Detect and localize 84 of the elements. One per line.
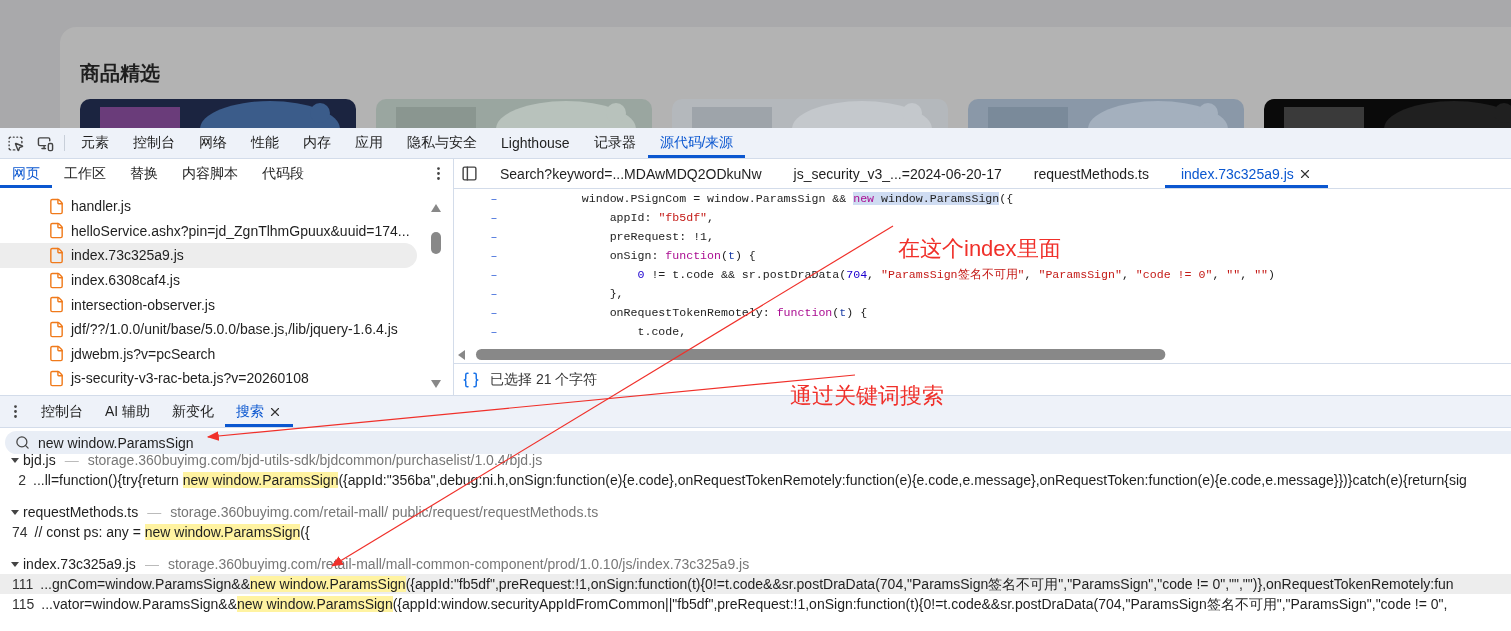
section-title: 商品精选 — [80, 61, 161, 86]
editor-tab[interactable]: Search?keyword=...MDAwMDQ2ODkuNw — [484, 159, 778, 188]
file-name: js-security-v3-rac-beta.js?v=20260108 — [71, 370, 309, 387]
drawer-tab[interactable]: AI 辅助 — [94, 396, 162, 427]
result-file-name[interactable]: bjd.js — [23, 452, 56, 468]
separator-dash: — — [147, 504, 162, 520]
file-item[interactable]: intersection-observer.js — [0, 292, 417, 317]
file-icon — [48, 247, 65, 264]
code-line: t.code, — [636, 324, 687, 340]
search-field[interactable]: new window.ParamsSign — [5, 431, 1511, 454]
panel-tab[interactable]: 源代码/来源 — [647, 128, 746, 158]
file-item[interactable]: jdf/??/1.0.0/unit/base/5.0.0/base.js,/lib/jquery-1.6.4.js — [0, 316, 417, 342]
file-item[interactable]: jdwebm.js?v=pcSearch — [0, 341, 417, 367]
file-icon — [48, 320, 65, 338]
line-number: 111 — [11, 575, 35, 594]
file-name: intersection-observer.js — [71, 296, 215, 313]
file-name: handler.js — [71, 198, 131, 215]
line-marker: – — [489, 191, 499, 207]
code-line: }, — [608, 286, 624, 302]
match-line[interactable]: // const ps: any = new window.ParamsSign({ — [34, 522, 310, 542]
braces-icon[interactable] — [462, 370, 480, 389]
navigator-tab[interactable]: 工作区 — [52, 159, 118, 188]
file-item[interactable]: js-security-v3-rac-beta.js?v=20260108 — [0, 366, 417, 391]
caret-icon[interactable] — [10, 559, 20, 569]
code-line: onSign: function(t) { — [608, 248, 756, 264]
file-name: jdf/??/1.0.0/unit/base/5.0.0/base.js,/lib/jquery-1.6.4.js — [71, 321, 398, 338]
annotation-text: 在这个index里面 — [898, 235, 1061, 263]
separator-dash: — — [144, 556, 159, 572]
separator-dash: — — [64, 452, 79, 468]
drawer-tab[interactable]: 搜索 — [225, 396, 294, 427]
file-icon — [48, 296, 65, 314]
editor-tab[interactable]: index.73c325a9.js — [1164, 159, 1328, 188]
file-icon — [48, 197, 65, 215]
code-line: preRequest: !1, — [608, 229, 715, 245]
file-item[interactable]: handler.js — [0, 194, 417, 219]
result-file-name[interactable]: requestMethods.ts — [23, 504, 139, 520]
file-name: index.73c325a9.js — [71, 247, 184, 264]
file-item[interactable]: index.6308caf4.js — [0, 267, 417, 293]
file-item[interactable]: index.73c325a9.js — [0, 243, 417, 268]
line-number: 74 — [11, 523, 29, 542]
panel-tab[interactable]: 内存 — [291, 128, 343, 158]
file-icon — [48, 345, 65, 363]
navigator-tab[interactable]: 代码段 — [250, 159, 316, 188]
drawer-tab[interactable]: 控制台 — [30, 396, 94, 427]
line-marker: – — [489, 229, 499, 245]
file-name: jdwebm.js?v=pcSearch — [71, 345, 216, 362]
result-file-name[interactable]: index.73c325a9.js — [23, 556, 136, 572]
panel-tab[interactable]: 性能 — [239, 128, 291, 158]
panel-tab[interactable]: Lighthouse — [489, 128, 582, 158]
code-line: window.PSignCom = window.ParamsSign && new window.ParamsSign({ — [580, 191, 1014, 207]
file-icon — [48, 369, 65, 387]
search-icon — [15, 435, 30, 450]
code-line: appId: "fb5df", — [608, 210, 715, 226]
panel-tab[interactable]: 应用 — [343, 128, 395, 158]
line-marker: – — [489, 305, 499, 321]
drawer-tab[interactable]: 新变化 — [161, 396, 226, 427]
editor-tab[interactable]: js_security_v3_...=2024-06-20-17 — [777, 159, 1018, 188]
line-marker: – — [489, 210, 499, 226]
selection-status: 已选择 21 个字符 — [490, 370, 598, 389]
line-marker: – — [489, 324, 499, 340]
file-icon — [48, 222, 65, 240]
editor-tab[interactable]: requestMethods.ts — [1017, 159, 1165, 188]
panel-tab[interactable]: 记录器 — [581, 128, 648, 158]
panel-tab[interactable]: 隐私与安全 — [395, 128, 489, 158]
annotation-text: 通过关键词搜索 — [790, 382, 944, 410]
line-marker: – — [489, 267, 499, 283]
panel-tab[interactable]: 元素 — [69, 128, 121, 158]
navigator-tab[interactable]: 替换 — [118, 159, 170, 188]
file-icon — [48, 271, 65, 289]
panel-tab[interactable]: 网络 — [187, 128, 239, 158]
caret-icon[interactable] — [10, 507, 20, 517]
line-number: 2 — [17, 471, 27, 490]
line-marker: – — [489, 248, 499, 264]
file-item[interactable]: helloService.ashx?pin=jd_ZgnTlhmGpuux&uuid=174... — [0, 218, 417, 244]
navigator-tab[interactable]: 网页 — [0, 159, 52, 188]
result-path: storage.360buyimg.com/retail-mall/mall-common-component/prod/1.0.10/js/index.73c325a9.js — [167, 556, 750, 572]
match-line[interactable]: ...gnCom=window.ParamsSign&&new window.ParamsSign({appId:"fb5df",preRequest:!1,onSign:function(t){0!=t.code&&sr.postDraData(704,"ParamsSign签名不可用","ParamsSign","code != 0","","")},onRequestTokenRemotely:fun — [40, 574, 1454, 594]
file-name: index.6308caf4.js — [71, 272, 180, 289]
line-number: 115 — [11, 595, 36, 614]
file-name: helloService.ashx?pin=jd_ZgnTlhmGpuux&uuid=174... — [71, 222, 410, 239]
line-marker: – — [489, 286, 499, 302]
match-line[interactable]: ...vator=window.ParamsSign&&new window.ParamsSign({appId:window.securityAppIdFromCommon||"fb5df",preRequest:!1,onSign:function(t){0!=t.code&&sr.postDraData(704,"ParamsSign签名不可用","ParamsSign","code != 0", — [41, 594, 1448, 614]
panel-tab[interactable]: 控制台 — [121, 128, 187, 158]
navigator-tab[interactable]: 内容脚本 — [170, 159, 250, 188]
